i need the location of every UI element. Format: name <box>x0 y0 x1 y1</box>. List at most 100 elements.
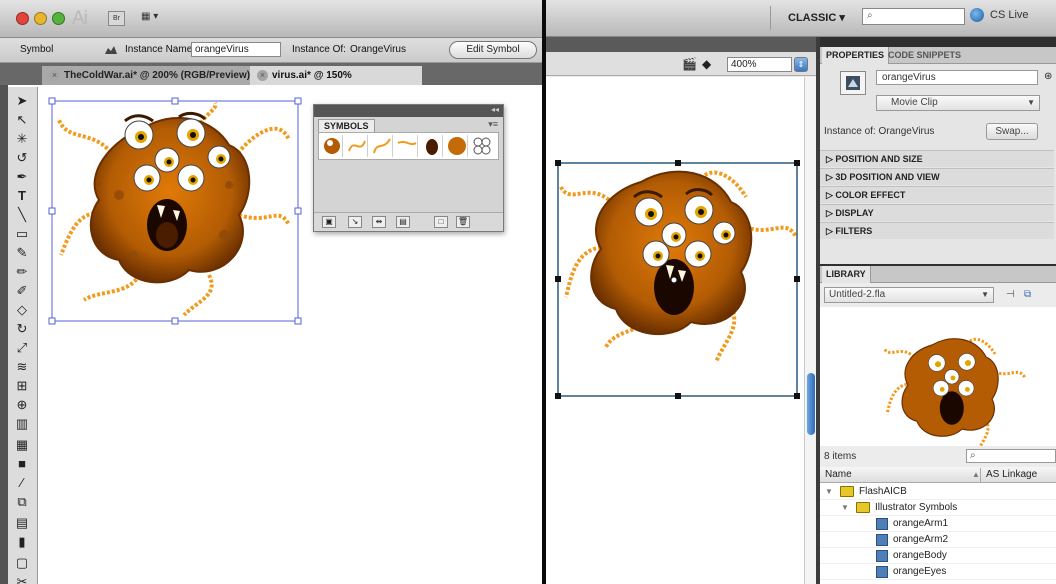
disclosure-triangle-icon[interactable]: ▼ <box>825 484 833 500</box>
disclosure-triangle-icon[interactable]: ▼ <box>841 500 849 516</box>
tab-properties[interactable]: PROPERTIES <box>822 47 890 64</box>
tab-label: TheColdWar.ai* @ 200% (RGB/Preview) <box>64 70 251 81</box>
arrange-documents-button[interactable]: ▦ ▾ <box>141 11 168 26</box>
line-tool-icon[interactable]: ╲ <box>12 207 32 223</box>
magic-wand-tool-icon[interactable]: ✳ <box>12 131 32 147</box>
symbols-grid <box>318 132 499 160</box>
instance-name-input[interactable]: orangeVirus <box>191 42 281 57</box>
section-position-and-size[interactable]: ▷ POSITION AND SIZE <box>820 150 1054 167</box>
symbol-thumb-mouth[interactable] <box>421 135 443 157</box>
library-row-flashaicb[interactable]: ▼ FlashAICB <box>820 484 1056 500</box>
symbol-sprayer-tool-icon[interactable]: ▤ <box>12 515 32 531</box>
symbol-thumb-arm3[interactable] <box>396 135 418 157</box>
eyedropper-tool-icon[interactable]: ⁄ <box>12 475 32 491</box>
instance-name-input[interactable]: orangeVirus <box>876 70 1038 85</box>
close-tab-icon[interactable]: × <box>49 70 60 81</box>
scrollbar-thumb[interactable] <box>807 373 815 435</box>
close-window-button[interactable] <box>16 12 29 25</box>
help-search-input[interactable]: ⌕ <box>862 8 965 25</box>
column-name[interactable]: Name <box>825 467 852 483</box>
sort-icon[interactable]: ▲ <box>972 467 980 483</box>
rectangle-tool-icon[interactable]: ▭ <box>12 226 32 242</box>
edit-scene-icon[interactable]: 🎬 <box>682 57 697 71</box>
warp-tool-icon[interactable]: ≋ <box>12 359 32 375</box>
swap-button[interactable]: Swap... <box>986 123 1038 140</box>
symbol-type-value: Movie Clip <box>891 97 938 108</box>
cs-live-button[interactable]: CS Live <box>990 9 1029 21</box>
rotate-tool-icon[interactable]: ↻ <box>12 321 32 337</box>
zoom-dropdown-arrow[interactable]: ⇕ <box>794 57 808 72</box>
gradient-tool-icon[interactable]: ■ <box>12 456 32 472</box>
close-tab-icon[interactable]: × <box>257 70 268 81</box>
pencil-tool-icon[interactable]: ✏ <box>12 264 32 280</box>
new-symbol-icon[interactable]: □ <box>434 216 448 228</box>
library-row-illustrator-symbols[interactable]: ▼ Illustrator Symbols <box>820 500 1056 516</box>
shape-builder-tool-icon[interactable]: ⊕ <box>12 397 32 413</box>
paintbrush-tool-icon[interactable]: ✎ <box>12 245 32 261</box>
section-3d-position-and-view[interactable]: ▷ 3D POSITION AND VIEW <box>820 168 1054 185</box>
symbol-type-select[interactable]: Movie Clip ▼ <box>876 95 1040 111</box>
flash-stage[interactable] <box>546 77 804 584</box>
row-label: orangeBody <box>893 550 947 561</box>
tab-virus[interactable]: × virus.ai* @ 150% (RGB/Preview) <box>250 66 422 100</box>
place-symbol-instance-icon[interactable]: ↘ <box>348 216 362 228</box>
type-tool-icon[interactable]: T <box>12 188 32 204</box>
tab-code-snippets[interactable]: CODE SNIPPETS <box>884 47 965 64</box>
edit-symbols-icon[interactable]: ◆ <box>702 57 711 71</box>
delete-symbol-icon[interactable]: 🗑 <box>456 216 470 228</box>
gear-icon[interactable]: ⊛ <box>1044 71 1052 82</box>
free-transform-tool-icon[interactable]: ⊞ <box>12 378 32 394</box>
selection-tool-icon[interactable]: ➤ <box>12 93 32 109</box>
section-filters[interactable]: ▷ FILTERS <box>820 222 1054 239</box>
artboard-tool-icon[interactable]: ▢ <box>12 555 32 571</box>
library-row-orangearm1[interactable]: orangeArm1 <box>820 516 1056 532</box>
pen-tool-icon[interactable]: ✒ <box>12 169 32 185</box>
slice-tool-icon[interactable]: ✂ <box>12 574 32 584</box>
tab-thecoldwar[interactable]: × TheColdWar.ai* @ 200% (RGB/Preview) <box>42 66 260 85</box>
pin-library-icon[interactable]: ⊣ <box>1006 289 1015 300</box>
properties-tab-bar: PROPERTIES CODE SNIPPETS <box>820 47 1056 64</box>
instance-name-label: Instance Name: <box>125 44 196 55</box>
symbol-thumb-arm1[interactable] <box>346 135 368 157</box>
library-row-orangebody[interactable]: orangeBody <box>820 548 1056 564</box>
zoom-window-button[interactable] <box>52 12 65 25</box>
bridge-button[interactable]: Br <box>108 11 125 26</box>
symbol-thumb-eyes[interactable] <box>471 135 493 157</box>
collapse-icon[interactable]: ◂◂ <box>491 105 499 114</box>
library-search-input[interactable]: ⌕ <box>966 449 1056 463</box>
scale-tool-icon[interactable]: ⤢ <box>12 340 32 356</box>
eraser-tool-icon[interactable]: ◇ <box>12 302 32 318</box>
graph-tool-icon[interactable]: ▮ <box>12 534 32 550</box>
minimize-window-button[interactable] <box>34 12 47 25</box>
edit-symbol-button[interactable]: Edit Symbol <box>449 41 537 59</box>
orange-virus-movieclip[interactable] <box>546 77 804 584</box>
library-file-select[interactable]: Untitled-2.fla ▼ <box>824 287 994 303</box>
library-row-orangeeyes[interactable]: orangeEyes <box>820 564 1056 580</box>
lasso-tool-icon[interactable]: ↺ <box>12 150 32 166</box>
mesh-tool-icon[interactable]: ▦ <box>12 437 32 453</box>
break-link-icon[interactable]: ⇹ <box>372 216 386 228</box>
stage-vertical-scrollbar[interactable] <box>804 77 816 584</box>
illustrator-titlebar: Ai Br ▦ ▾ <box>0 0 542 38</box>
symbol-thumb-body[interactable] <box>446 135 468 157</box>
section-display[interactable]: ▷ DISPLAY <box>820 204 1054 221</box>
symbols-panel-titlebar[interactable]: ◂◂ <box>314 105 503 117</box>
symbols-tab[interactable]: SYMBOLS <box>318 119 375 132</box>
blob-brush-tool-icon[interactable]: ✐ <box>12 283 32 299</box>
panel-menu-icon[interactable]: ▾≡ <box>488 119 498 130</box>
symbol-libraries-menu-icon[interactable]: ▣ <box>322 216 336 228</box>
section-color-effect[interactable]: ▷ COLOR EFFECT <box>820 186 1054 203</box>
library-row-orangearm2[interactable]: orangeArm2 <box>820 532 1056 548</box>
perspective-grid-tool-icon[interactable]: ▥ <box>12 416 32 432</box>
symbol-thumb-arm2[interactable] <box>371 135 393 157</box>
symbol-thumb-virus[interactable] <box>321 135 343 157</box>
zoom-input[interactable]: 400% <box>727 57 792 72</box>
new-library-panel-icon[interactable]: ⧉ <box>1024 289 1031 300</box>
tab-library[interactable]: LIBRARY <box>822 266 871 283</box>
blend-tool-icon[interactable]: ⧉ <box>12 494 32 510</box>
workspace-switcher[interactable]: CLASSIC ▾ <box>788 11 845 24</box>
symbol-options-icon[interactable]: ▤ <box>396 216 410 228</box>
direct-selection-tool-icon[interactable]: ↖ <box>12 112 32 128</box>
column-as-linkage[interactable]: AS Linkage <box>986 467 1037 483</box>
instance-of-label: Instance of: OrangeVirus <box>824 126 935 137</box>
